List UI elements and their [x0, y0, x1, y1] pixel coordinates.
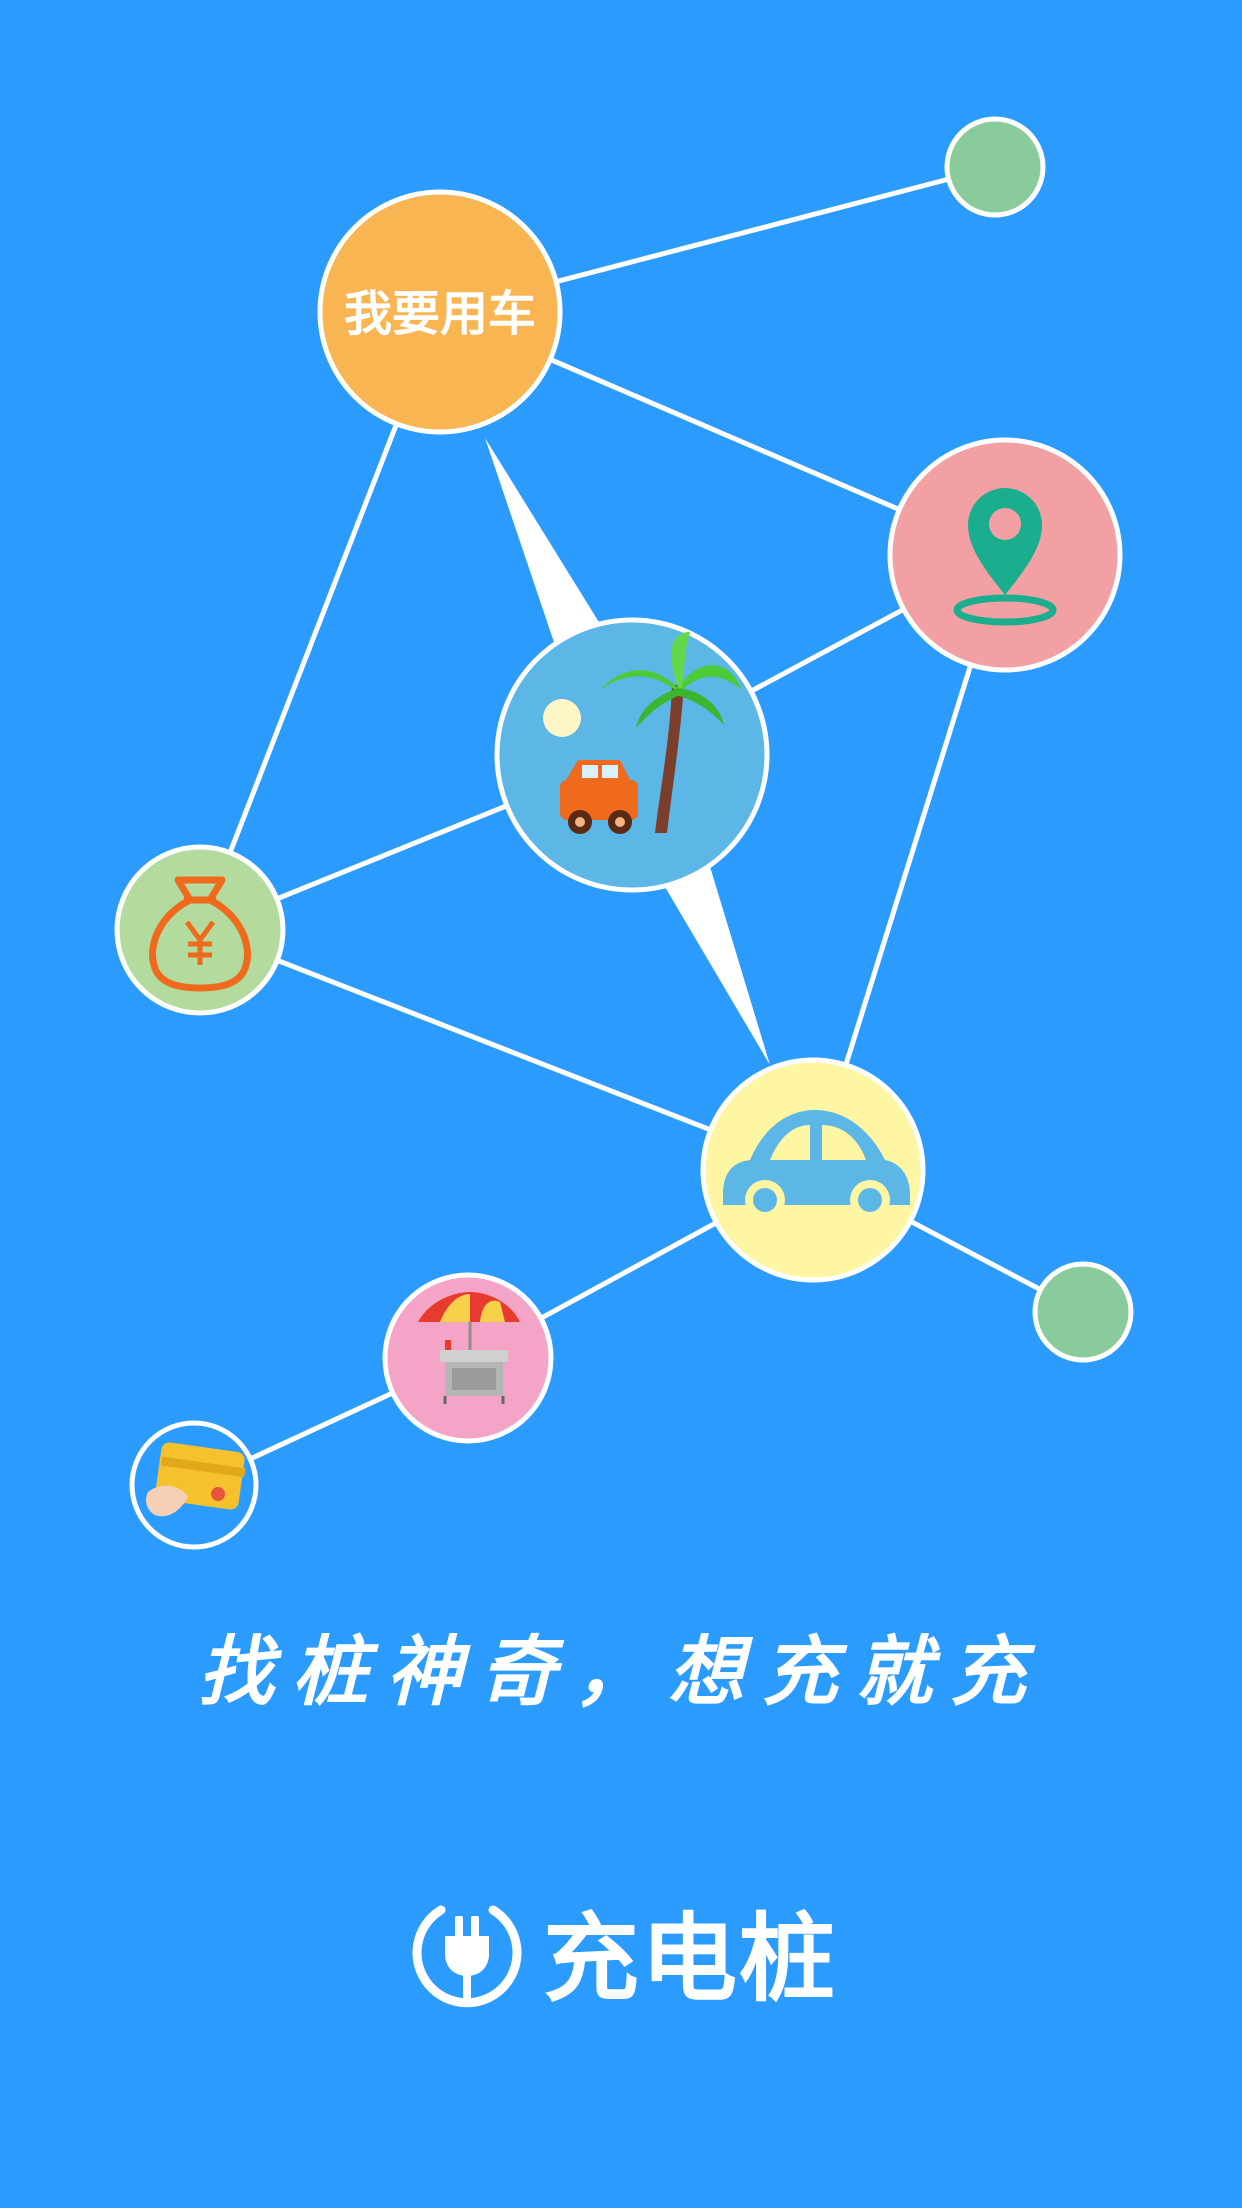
use-car-node[interactable]: 我要用车 — [317, 189, 563, 435]
card-node[interactable] — [129, 1420, 259, 1550]
use-car-label: 我要用车 — [344, 286, 536, 342]
small-node-topright — [944, 116, 1046, 218]
network-illustration: 我要用车 — [114, 116, 1134, 1550]
car-node[interactable] — [700, 1057, 926, 1283]
slogan-text: 找桩神奇，想充就充 — [198, 1627, 1044, 1716]
vendor-node[interactable] — [382, 1272, 554, 1444]
splash-screen: 我要用车 找桩神奇，想充就充 充电桩 — [0, 0, 1242, 2208]
small-node-bottomright — [1032, 1261, 1134, 1363]
brand-name: 充电桩 — [543, 1902, 837, 2015]
money-node[interactable] — [114, 844, 286, 1016]
beach-node[interactable] — [494, 617, 770, 893]
brand-footer: 充电桩 — [0, 1880, 1242, 2020]
plug-icon — [412, 1905, 522, 2008]
location-node[interactable] — [887, 437, 1123, 673]
